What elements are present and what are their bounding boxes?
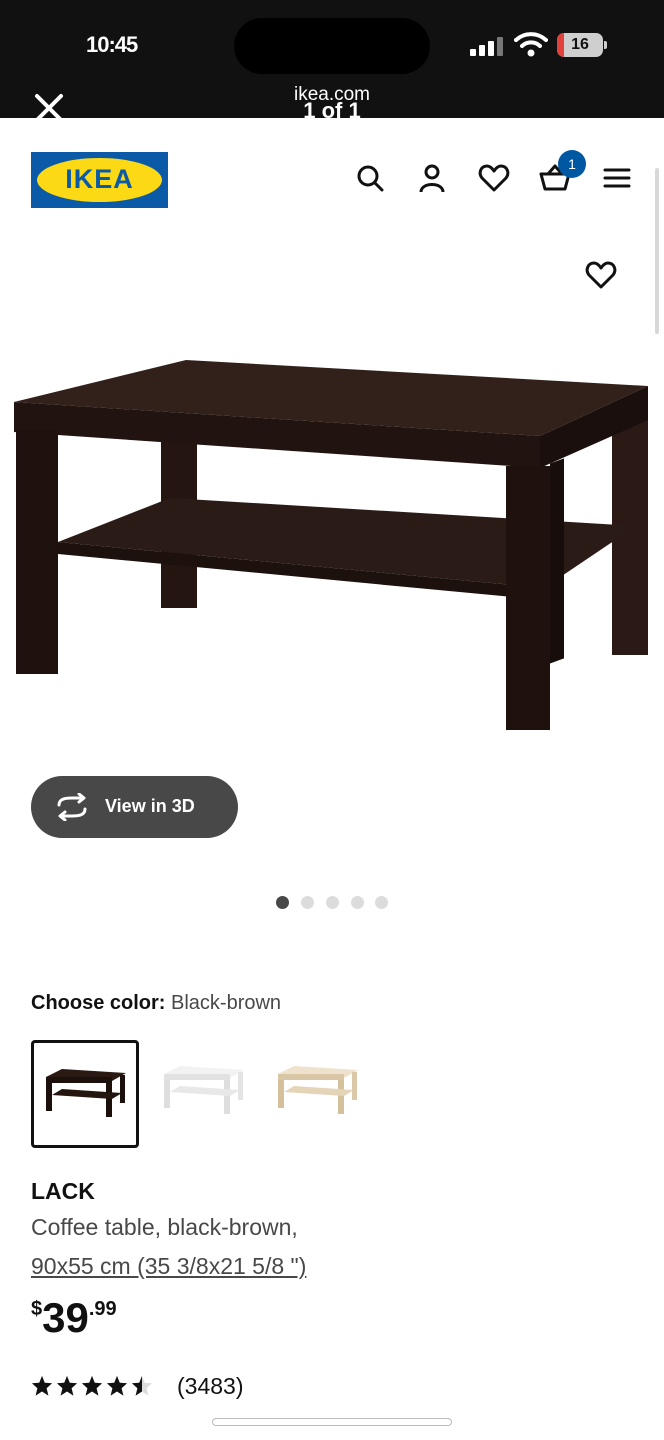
color-swatch-black-brown[interactable] bbox=[31, 1040, 139, 1148]
color-swatch-oak-effect[interactable] bbox=[266, 1040, 374, 1148]
price-integer: 39 bbox=[42, 1294, 89, 1341]
status-bar: 10:45 16 ikea.com 1 of 1 bbox=[0, 0, 664, 123]
pagination-dot[interactable] bbox=[351, 896, 364, 909]
price-currency: $ bbox=[31, 1298, 43, 1320]
add-to-favorites-icon[interactable] bbox=[585, 259, 617, 291]
scrollbar[interactable] bbox=[655, 168, 659, 334]
view-in-3d-label: View in 3D bbox=[105, 796, 195, 816]
product-price: $39.99 bbox=[31, 1294, 117, 1342]
pagination-dot[interactable] bbox=[375, 896, 388, 909]
wifi-icon bbox=[514, 32, 548, 57]
product-description: Coffee table, black-brown, bbox=[31, 1214, 298, 1240]
menu-icon[interactable] bbox=[601, 162, 633, 194]
cart-count-badge: 1 bbox=[558, 150, 586, 178]
search-icon[interactable] bbox=[354, 162, 386, 194]
image-pagination-dots bbox=[276, 896, 396, 910]
selected-color: Black-brown bbox=[171, 992, 282, 1014]
partially-visible-text bbox=[31, 1428, 331, 1440]
star-icon bbox=[31, 1375, 53, 1396]
rotate-3d-icon bbox=[57, 793, 87, 821]
price-decimal: .99 bbox=[88, 1298, 117, 1320]
star-rating[interactable] bbox=[31, 1374, 161, 1400]
color-swatch-white[interactable] bbox=[152, 1040, 260, 1148]
status-time: 10:45 bbox=[86, 32, 138, 57]
ikea-logo[interactable]: IKEA bbox=[31, 152, 168, 208]
profile-icon[interactable] bbox=[416, 162, 448, 194]
dynamic-island bbox=[234, 18, 430, 74]
signal-icon bbox=[470, 36, 506, 56]
view-in-3d-button[interactable]: View in 3D bbox=[31, 776, 238, 838]
battery-icon: 16 bbox=[557, 33, 603, 57]
product-name: LACK bbox=[31, 1178, 95, 1204]
star-icon bbox=[81, 1375, 103, 1396]
battery-cap bbox=[604, 41, 607, 49]
logo-text: IKEA bbox=[65, 164, 134, 194]
color-label: Choose color: bbox=[31, 992, 166, 1014]
review-count[interactable]: (3483) bbox=[177, 1373, 243, 1400]
close-icon[interactable] bbox=[32, 92, 66, 124]
pagination-dot[interactable] bbox=[301, 896, 314, 909]
star-icon bbox=[106, 1375, 128, 1396]
product-image[interactable] bbox=[10, 350, 654, 740]
heart-icon[interactable] bbox=[478, 162, 510, 194]
color-chooser: Choose color: Black-brown bbox=[31, 992, 281, 1015]
pagination-dot[interactable] bbox=[276, 896, 289, 909]
star-icon bbox=[56, 1375, 78, 1396]
star-icon bbox=[131, 1375, 153, 1396]
page-counter: 1 of 1 bbox=[303, 98, 361, 123]
home-indicator bbox=[212, 1418, 452, 1426]
product-size-link[interactable]: 90x55 cm (35 3/8x21 5/8 ") bbox=[31, 1253, 306, 1280]
pagination-dot[interactable] bbox=[326, 896, 339, 909]
battery-percent: 16 bbox=[571, 36, 589, 53]
